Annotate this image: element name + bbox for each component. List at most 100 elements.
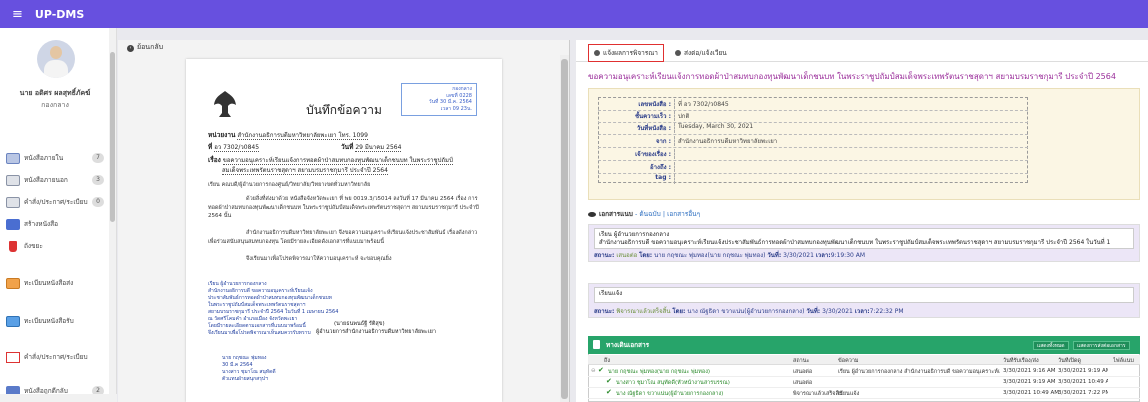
subject-label: เรื่อง (208, 156, 221, 164)
comment-textarea-2[interactable]: เรียนแจ้ง (594, 287, 1134, 303)
cell-to: นาย กฤชณะ พุ่มทอง(นาย กฤชณะ พุ่มทอง) (608, 369, 711, 375)
sidebar-item-external[interactable]: หนังสือภายนอก 3 (6, 173, 106, 187)
by-value: นาย กฤชณะ พุ่มทอง(นาย กฤชณะ พุ่มทอง) (654, 252, 766, 259)
eye-icon (588, 211, 596, 217)
sidebar-item-create[interactable]: สร้างหนังสือ (6, 217, 106, 231)
memo-agency-line: หน่วยงาน สำนักงานอธิการบดีมหาวิทยาลัยพะเ… (208, 130, 368, 140)
status-label: สถานะ: (594, 308, 615, 315)
table-row[interactable]: ⊖ ✔ นาย กฤชณะ พุ่มทอง(นาย กฤชณะ พุ่มทอง)… (588, 366, 1140, 377)
count-badge: 0 (92, 197, 104, 207)
date-value: 3/30/2021 (822, 308, 853, 315)
preview-scrollbar[interactable] (560, 55, 569, 402)
memo-signer: (นายธนพนธ์ฐี รัติสุข) (334, 321, 385, 327)
tab-report-result[interactable]: แจ้งผลการพิจารณา (588, 44, 664, 62)
back-arrow-icon: ‹ (127, 45, 134, 52)
row-divider (598, 147, 1028, 148)
hand-line: ตัวแทนฝ่ายสนุกสรุปฯ (222, 376, 268, 382)
info-value (674, 174, 678, 184)
column-header: ไฟล์แนบ (1113, 358, 1134, 364)
cell-status: พิจารณาแล้วเสร็จสิ้น (793, 391, 843, 397)
attachments-line: เอกสารแนบ - ต้นฉบับ | เอกสารอื่นๆ (588, 209, 700, 219)
info-value: ปกติ (674, 111, 689, 121)
external-mail-icon (6, 174, 20, 186)
memo-paragraph-3: จึงเรียนมาเพื่อโปรดพิจารณาให้ความอนุเครา… (246, 256, 392, 262)
info-row: tag : (598, 174, 678, 184)
memo-paragraph-1: ด้วยสิ่งที่ส่งมาด้วย หนังสือจังหวัดพะเยา… (208, 196, 479, 219)
status-label: สถานะ: (594, 252, 615, 259)
info-key: จาก : (655, 138, 671, 145)
hand-line: ในพระราชูปถัมป์สมเด็จพระเทพรัตนราชสุดาฯ (208, 302, 306, 308)
info-row: วันที่หนังสือ : Tuesday, March 30, 2021 (598, 123, 753, 133)
flow-table-header: ถึง สถานะ ข้อความ วันที่รับเรื่อง/ส่ง วั… (588, 355, 1140, 365)
sidebar-item-received-register[interactable]: ทะเบียนหนังสือรับ (6, 314, 106, 328)
table-row[interactable]: ✔ นางสาว ชุมาโณ สนุทัดดี(หัวหน้างานสารบร… (588, 377, 1140, 388)
row-divider (598, 134, 1028, 135)
memo-number-line: ที่ อว 7302/ว0845 (208, 142, 260, 152)
tab-forward[interactable]: ส่งต่อ/แจ้งเวียน (670, 44, 732, 62)
hand-line: สำนักงานอธิการบดี ขอความอนุเคราะห์เรียนแ… (208, 288, 313, 294)
status-value: เสนอต่อ (616, 252, 638, 259)
sidebar-item-trash[interactable]: ถังขยะ (6, 239, 106, 253)
info-key: อ้างถึง : (650, 164, 671, 171)
back-link[interactable]: ‹ ย้อนกลับ (127, 42, 163, 53)
hand-line: นาย กฤชณะ พุ่มทอง (222, 355, 267, 361)
announcement-icon (6, 196, 20, 208)
create-doc-icon (6, 218, 20, 230)
date-value: 3/30/2021 (783, 252, 814, 259)
info-key: เจ้าของเรื่อง : (635, 151, 671, 158)
info-row: เลขหนังสือ : ที่ อว 7302/ว0845 (598, 99, 729, 109)
user-icon (594, 50, 600, 56)
attachments-links[interactable]: - ต้นฉบับ | เอกสารอื่นๆ (635, 210, 700, 218)
status-value: พิจารณาแล้วเสร็จสิ้น (616, 308, 671, 315)
sidebar-scrollbar[interactable] (109, 28, 116, 402)
subject-value: ขอความอนุเคราะห์เรียนแจ้งการทอดผ้าป่าสมท… (222, 157, 453, 165)
memo-subject-line2: สมเด็จพระเทพรัตนราชสุดาฯ สยามบรมราชกุมาร… (222, 165, 388, 175)
count-badge: 7 (92, 153, 104, 163)
comment-textarea-1[interactable]: เรียน ผู้อำนวยการกองกลาง สำนักงานอธิการบ… (594, 228, 1134, 249)
check-icon: ✔ (606, 377, 612, 385)
show-all-button[interactable]: แสดงทั้งหมด (1033, 341, 1069, 350)
user-icon (675, 50, 681, 56)
sidebar-item-label: ถังขยะ (24, 242, 43, 250)
hand-line: เรียน ผู้อำนวยการกองกลาง (208, 281, 267, 287)
info-key: ชั้นความเร็ว : (634, 113, 671, 120)
cell-sent: 3/30/2021 10:49 AM (1003, 390, 1060, 396)
comment-line: สำนักงานอธิการบดี ขอความอนุเคราะห์เรียนแ… (599, 239, 1111, 246)
memo-signer-position: ผู้อำนวยการสำนักงานอธิการบดีมหาวิทยาลัยพ… (316, 329, 436, 335)
expand-icon[interactable]: ⊖ (591, 368, 596, 374)
hamburger-menu-icon[interactable]: ≡ (12, 7, 23, 22)
document-icon (593, 340, 600, 349)
flow-title: ทางเดินเอกสาร (606, 341, 650, 349)
sidebar-item-internal[interactable]: หนังสือภายใน 7 (6, 151, 106, 165)
date-label: วันที่: (767, 252, 782, 259)
handwritten-approval: นาย กฤชณะ พุ่มทอง 30 มี.ค 2564 นางสาว ชุ… (222, 355, 276, 383)
cell-opened: 3/30/2021 9:19 AM (1058, 368, 1108, 374)
sidebar-horizontal-scrollbar[interactable] (0, 394, 117, 402)
avatar[interactable] (37, 40, 75, 78)
cell-opened: 3/30/2021 10:49 AM (1058, 379, 1108, 385)
info-value (674, 149, 678, 159)
sidebar-item-announcement[interactable]: คำสั่ง/ประกาศ/ระเบียบ 0 (6, 195, 106, 209)
inbox-icon (6, 152, 20, 164)
sidebar-item-order-register[interactable]: คำสั่ง/ประกาศ/ระเบียบ (6, 350, 106, 364)
memo-document: กองกลาง เลขที่ 0228 วันที่ 30 มี.ค. 2564… (186, 59, 502, 402)
comment-status-2: สถานะ: พิจารณาแล้วเสร็จสิ้น โดย: นาง ณัฐ… (594, 306, 904, 316)
column-header: ข้อความ (838, 358, 859, 364)
time-value: 9:19:30 AM (830, 252, 866, 259)
app-title[interactable]: UP-DMS (35, 8, 84, 21)
comment-line: เรียน ผู้อำนวยการกองกลาง (599, 231, 670, 238)
number-label: ที่ (208, 143, 213, 151)
time-label: เวลา: (854, 308, 870, 315)
info-row: จาก : สำนักงานอธิการบดีมหาวิทยาลัยพะเยา (598, 136, 777, 146)
sidebar-item-sent-register[interactable]: ทะเบียนหนังสือส่ง (6, 276, 106, 290)
info-value: ที่ อว 7302/ว0845 (674, 99, 729, 109)
check-icon: ✔ (598, 366, 604, 374)
time-value: 7:22:32 PM (869, 308, 904, 315)
column-header: วันที่เปิดดู (1058, 358, 1081, 364)
agency-value: สำนักงานอธิการบดีมหาวิทยาลัยพะเยา โทร. 1… (237, 132, 368, 140)
show-forwarding-button[interactable]: แสดงการส่งต่อเอกสาร (1073, 341, 1130, 350)
user-department: กองกลาง (41, 101, 69, 109)
date-label: วันที่ (341, 143, 354, 151)
cell-to: นางสาว ชุมาโณ สนุทัดดี(หัวหน้างานสารบรรณ… (616, 380, 730, 386)
table-row[interactable]: ✔ นาง ณัฐธิดา ขวาแน่น(ผู้อำนวยการกองกลาง… (588, 388, 1140, 399)
